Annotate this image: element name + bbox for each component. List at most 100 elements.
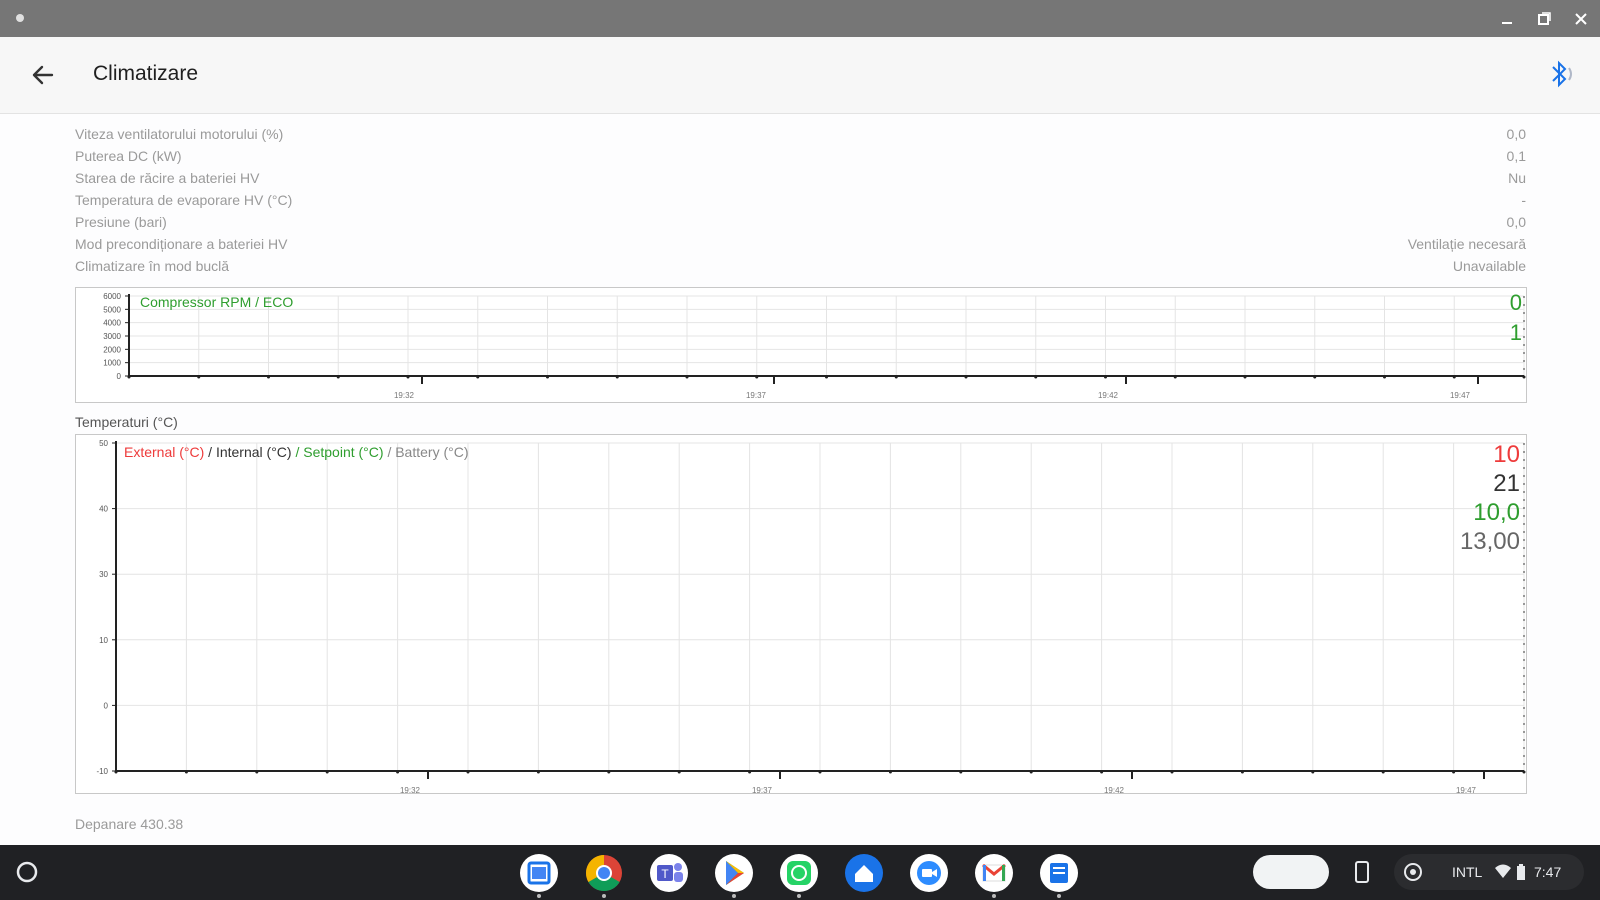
y-tick-label: 4000 xyxy=(103,319,121,328)
x-minor-tick xyxy=(894,375,898,379)
compressor-chart[interactable]: 6000 5000 4000 3000 2000 1000 0 19:32 19:37 19:42… xyxy=(75,287,1527,403)
row-value: 0,1 xyxy=(1506,148,1526,164)
wifi-icon xyxy=(1495,864,1511,878)
y-tick-label: 1000 xyxy=(103,359,121,368)
x-minor-tick xyxy=(1240,770,1244,774)
x-minor-tick xyxy=(677,770,681,774)
gmail-icon[interactable] xyxy=(975,854,1013,898)
y-tick-label: 3000 xyxy=(103,332,121,341)
y-tick-label: -10 xyxy=(96,767,108,776)
content-area: Viteza ventilatorului motorului (%) 0,0 … xyxy=(0,114,1600,845)
x-minor-tick xyxy=(964,375,968,379)
temperature-chart-plot: 50 40 30 10 0 -10 19:32 19:37 19:42 19:47 xyxy=(96,439,1526,793)
x-minor-tick xyxy=(1034,375,1038,379)
x-minor-tick xyxy=(748,770,752,774)
x-minor-tick xyxy=(476,375,480,379)
home-icon[interactable] xyxy=(845,854,883,892)
y-tick-label: 6000 xyxy=(103,292,121,301)
x-minor-tick xyxy=(1311,770,1315,774)
taskbar: T INTL 7:47 xyxy=(0,845,1600,900)
y-tick-label: 30 xyxy=(99,570,108,579)
x-minor-tick xyxy=(818,770,822,774)
row-label: Climatizare în mod buclă xyxy=(75,258,230,274)
legend-eco: / ECO xyxy=(255,294,294,310)
google-calendar-icon[interactable] xyxy=(520,854,558,898)
temperatures-title: Temperaturi (°C) xyxy=(75,414,178,430)
row-label: Presiune (bari) xyxy=(75,214,167,230)
zoom-icon[interactable] xyxy=(910,854,948,892)
running-indicator xyxy=(797,894,801,898)
row-value: Ventilație necesară xyxy=(1407,236,1526,252)
x-tick-label: 19:42 xyxy=(1104,786,1125,793)
x-minor-tick xyxy=(1243,375,1247,379)
compressor-current-value: 0 xyxy=(1509,290,1522,315)
x-minor-tick xyxy=(184,770,188,774)
minimize-icon[interactable] xyxy=(1496,8,1518,30)
x-minor-tick xyxy=(1383,375,1386,379)
info-row: Starea de răcire a bateriei HV Nu xyxy=(75,168,1526,190)
x-tick-label: 19:37 xyxy=(752,786,773,793)
running-indicator xyxy=(537,894,541,898)
phone-hub-icon[interactable] xyxy=(1349,856,1375,888)
eco-current-value: 1 xyxy=(1509,320,1522,345)
x-minor-tick xyxy=(127,375,131,379)
info-row: Mod precondiționare a bateriei HV Ventil… xyxy=(75,234,1526,256)
close-icon[interactable] xyxy=(1570,8,1592,30)
x-minor-tick xyxy=(197,375,201,379)
temperature-chart[interactable]: 50 40 30 10 0 -10 19:32 19:37 19:42 19:47 Externa… xyxy=(75,434,1527,794)
x-minor-tick xyxy=(1029,770,1033,774)
running-indicator xyxy=(992,894,996,898)
x-tick-label: 19:47 xyxy=(1456,786,1477,793)
bluetooth-icon[interactable] xyxy=(1544,57,1576,91)
tray-pill-icon[interactable] xyxy=(1253,855,1329,889)
status-area[interactable]: INTL 7:47 xyxy=(1394,854,1584,890)
compressor-legend: Compressor RPM / ECO xyxy=(140,294,293,310)
x-minor-tick xyxy=(1522,770,1526,774)
teams-icon[interactable]: T xyxy=(650,854,688,892)
running-indicator xyxy=(602,894,606,898)
back-arrow-icon[interactable] xyxy=(30,63,58,87)
y-tick-label: 50 xyxy=(99,439,108,448)
legend-compressor-rpm: Compressor RPM xyxy=(140,294,252,310)
x-minor-tick xyxy=(615,375,619,379)
clock: 7:47 xyxy=(1534,864,1562,880)
x-minor-tick xyxy=(466,770,470,774)
y-tick-label: 2000 xyxy=(103,345,121,354)
x-minor-tick xyxy=(685,375,689,379)
y-tick-label: 40 xyxy=(99,505,108,514)
x-tick-label: 19:32 xyxy=(400,786,421,793)
battery-icon xyxy=(1517,864,1525,880)
x-tick-label: 19:37 xyxy=(746,391,767,400)
x-minor-tick xyxy=(255,770,259,774)
x-minor-tick xyxy=(1522,375,1526,379)
chrome-icon[interactable] xyxy=(585,854,623,898)
row-label: Puterea DC (kW) xyxy=(75,148,182,164)
row-value: Unavailable xyxy=(1452,258,1526,274)
info-row: Temperatura de evaporare HV (°C) - xyxy=(75,190,1526,212)
x-minor-tick xyxy=(607,770,611,774)
x-minor-tick xyxy=(336,375,340,379)
x-minor-tick xyxy=(406,375,410,379)
x-minor-tick xyxy=(888,770,892,774)
x-minor-tick xyxy=(1173,375,1177,379)
app-menu-icon[interactable] xyxy=(12,10,28,26)
x-minor-tick xyxy=(114,770,118,774)
row-value: Nu xyxy=(1508,170,1526,186)
app-bar: Climatizare xyxy=(0,37,1600,114)
svg-text:T: T xyxy=(661,867,669,881)
legend-setpoint: / Setpoint (°C) xyxy=(295,444,384,460)
restore-icon[interactable] xyxy=(1533,8,1555,30)
compressor-chart-plot: 6000 5000 4000 3000 2000 1000 0 19:32 19:37 19:42… xyxy=(103,292,1526,400)
y-tick-label: 10 xyxy=(99,636,108,645)
temperature-legend: External (°C) / Internal (°C) / Setpoint… xyxy=(124,444,469,460)
x-tick-label: 19:32 xyxy=(394,391,415,400)
x-minor-tick xyxy=(755,375,759,379)
x-minor-tick xyxy=(1100,770,1104,774)
info-row: Presiune (bari) 0,0 xyxy=(75,212,1526,234)
row-value: 0,0 xyxy=(1506,126,1526,142)
launcher-icon[interactable] xyxy=(14,859,40,885)
files-icon[interactable] xyxy=(1040,854,1078,898)
whatsapp-icon[interactable] xyxy=(780,854,818,898)
play-store-icon[interactable] xyxy=(715,854,753,898)
x-minor-tick xyxy=(325,770,329,774)
